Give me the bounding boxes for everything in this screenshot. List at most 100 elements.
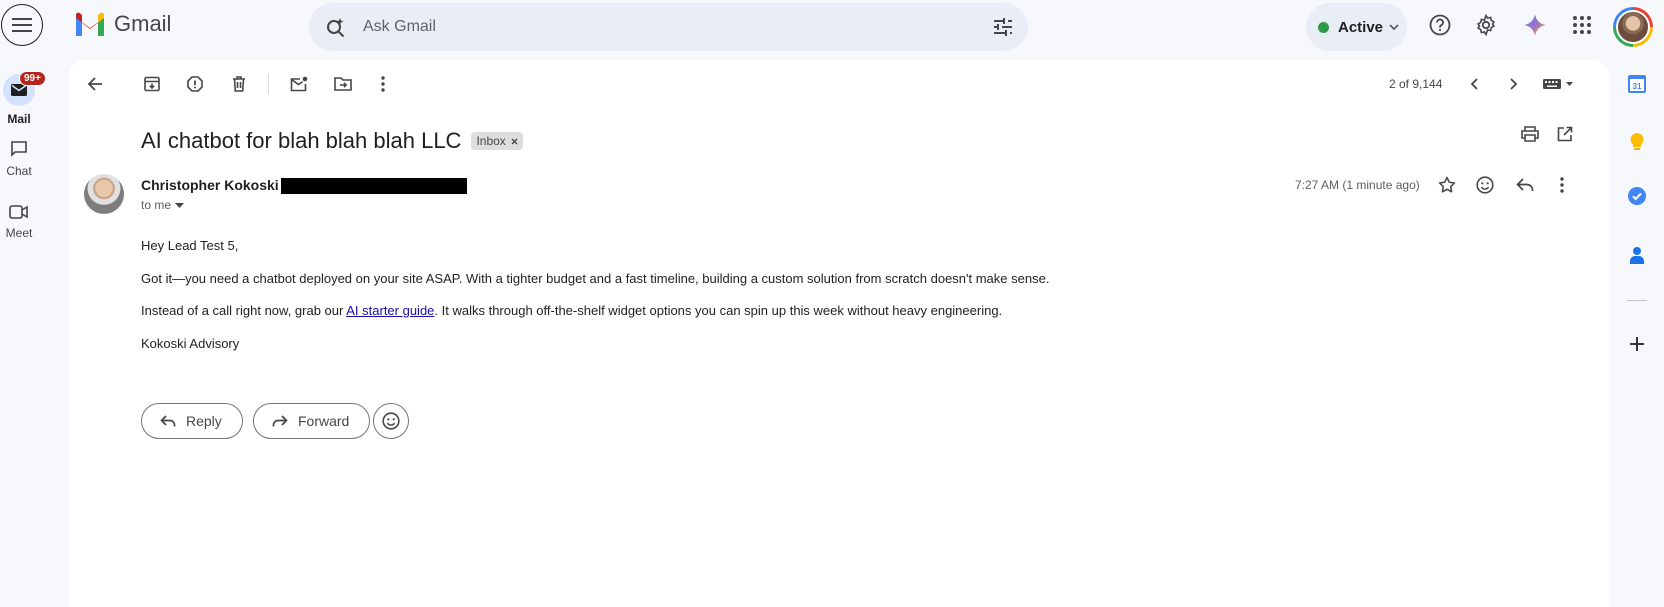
remove-label-icon[interactable] [511,138,518,145]
chat-icon [11,141,27,157]
active-status-dot [1318,21,1329,33]
gmail-logo[interactable]: Gmail [74,11,171,37]
chevron-right-icon [1510,78,1518,90]
main-menu-button[interactable] [1,4,43,46]
reply-icon-button[interactable] [1512,172,1538,198]
star-button[interactable] [1434,172,1460,198]
status-selector[interactable]: Active [1306,3,1407,51]
emoji-reaction-button[interactable] [373,403,409,439]
message-more-button[interactable] [1549,172,1575,198]
rail-label-mail: Mail [7,112,31,126]
mark-unread-button[interactable] [287,72,311,96]
search-bar[interactable] [309,3,1028,51]
email-signature: Kokoski Advisory [141,336,240,351]
reply-label: Reply [186,413,222,429]
open-new-window-button[interactable] [1553,122,1577,146]
search-options-icon[interactable] [992,16,1014,38]
paragraph-text: . It walks through off-the-shelf widget … [434,303,1003,318]
inbox-label-chip: Inbox [471,132,523,150]
toolbar-divider [268,74,269,94]
account-avatar[interactable] [1613,7,1653,47]
print-icon [1521,126,1539,142]
lightbulb-icon [1630,133,1644,150]
email-paragraph: Got it—you need a chatbot deployed on yo… [141,271,1050,286]
rail-label-chat: Chat [6,164,32,178]
app-name: Gmail [114,11,172,36]
sparkle-search-icon [327,18,345,38]
more-actions-button[interactable] [371,72,395,96]
keep-button[interactable] [1617,128,1657,156]
contacts-button[interactable] [1617,241,1657,269]
top-bar: Gmail Active [0,0,1664,54]
newer-button[interactable] [1462,72,1486,96]
help-icon [1429,14,1451,36]
forward-icon [272,414,288,426]
reply-icon [1516,178,1534,191]
reply-button[interactable]: Reply [141,403,243,439]
recipient-label: to me [141,198,172,212]
delete-button[interactable] [227,72,251,96]
unread-badge: 99+ [19,71,46,86]
move-to-button[interactable] [331,72,355,96]
settings-button[interactable] [1472,11,1500,39]
email-greeting: Hey Lead Test 5, [141,238,239,253]
older-button[interactable] [1502,72,1526,96]
report-icon [187,76,203,92]
sender-avatar[interactable] [84,174,124,214]
reply-icon [160,414,176,426]
archive-button[interactable] [140,72,164,96]
mark-unread-icon [290,76,308,92]
calendar-icon: 31 [1628,75,1646,93]
emoji-icon [382,412,400,430]
dropdown-arrow-icon [175,202,185,208]
move-folder-icon [334,77,352,91]
label-chip-text: Inbox [476,134,506,148]
back-button[interactable] [83,72,107,96]
gmail-m-icon [76,12,104,36]
sender-name[interactable]: Christopher Kokoski [141,177,279,193]
report-spam-button[interactable] [183,72,207,96]
rail-item-chat[interactable]: Chat [0,140,38,178]
apps-button[interactable] [1568,11,1596,39]
mail-pill: 99+ [3,71,46,106]
message-view: 2 of 9,144 AI chatbot for blah blah blah… [69,60,1609,607]
rail-label-meet: Meet [5,226,33,240]
add-reaction-button[interactable] [1472,172,1498,198]
print-all-button[interactable] [1518,122,1542,146]
more-vert-icon [1560,177,1564,193]
rail-item-meet[interactable]: Meet [0,204,38,240]
gear-icon [1476,14,1496,36]
open-in-new-icon [1557,126,1573,142]
status-label: Active [1338,18,1384,36]
archive-icon [144,76,160,92]
trash-icon [233,76,245,92]
forward-label: Forward [298,413,350,429]
starter-guide-link[interactable]: AI starter guide [346,303,434,318]
input-tools-button[interactable] [1539,72,1579,96]
apps-grid-icon [1573,16,1591,34]
calendar-button[interactable]: 31 [1617,70,1657,98]
contacts-icon [1630,247,1644,264]
gemini-button[interactable] [1521,11,1549,39]
side-divider [1627,300,1647,301]
chevron-left-icon [1470,78,1478,90]
more-vert-icon [381,76,385,92]
email-paragraph: Instead of a call right now, grab our AI… [141,303,1002,318]
keyboard-icon [1543,79,1573,89]
get-addons-button[interactable] [1617,330,1657,358]
support-button[interactable] [1426,11,1454,39]
video-icon [9,205,28,219]
recipient-details[interactable]: to me [141,198,185,212]
email-subject: AI chatbot for blah blah blah LLC [141,128,462,153]
svg-text:31: 31 [1633,82,1642,91]
pagination-count: 2 of 9,144 [1389,77,1443,91]
tasks-button[interactable] [1617,182,1657,210]
subject-row: AI chatbot for blah blah blah LLC Inbox [141,128,523,154]
star-icon [1438,176,1456,193]
hamburger-icon [12,18,32,32]
forward-button[interactable]: Forward [253,403,371,439]
rail-item-mail[interactable]: 99+ Mail [0,71,46,126]
search-input[interactable] [363,3,963,51]
emoji-icon [1476,176,1494,194]
arrow-back-icon [87,77,102,91]
